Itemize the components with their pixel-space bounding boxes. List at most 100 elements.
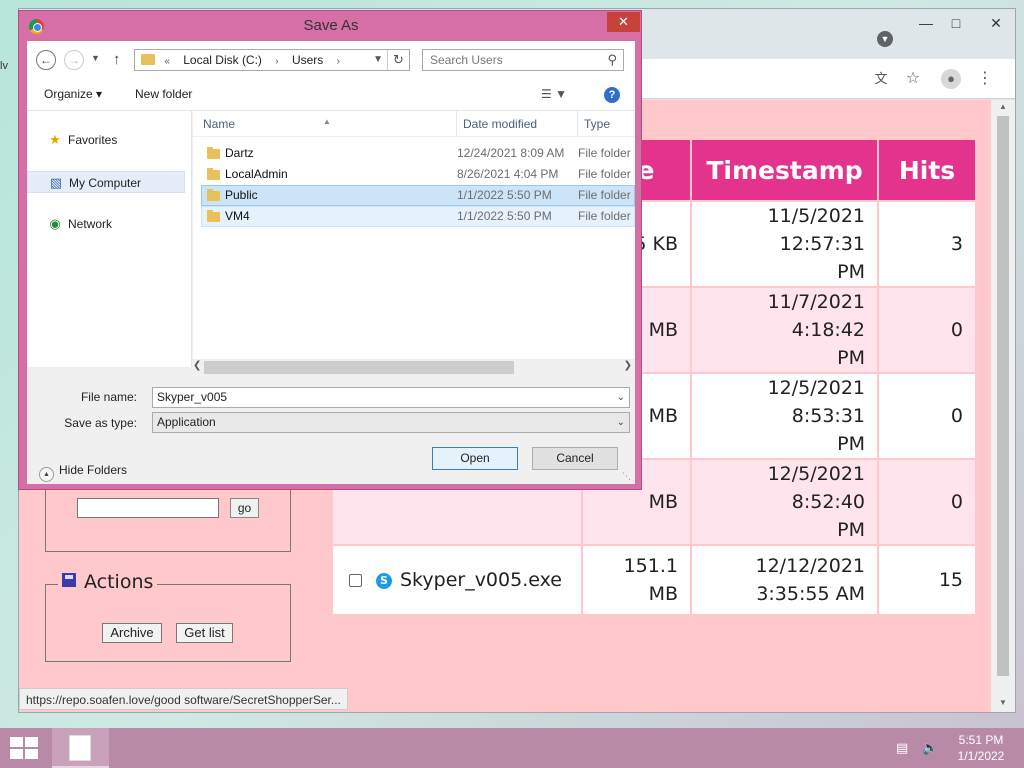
timestamp-line2: PM [837, 347, 865, 369]
breadcrumb-separator-icon[interactable]: › [275, 56, 278, 67]
column-date-modified[interactable]: Date modified [463, 117, 537, 131]
hits-cell: 0 [877, 372, 977, 460]
scroll-right-icon[interactable]: ❯ [624, 360, 632, 371]
scroll-up-icon[interactable]: ▲ [997, 102, 1009, 114]
skype-icon: S [376, 572, 392, 589]
taskbar-app-button[interactable] [52, 728, 109, 768]
folder-type: File folder [578, 146, 631, 160]
profile-icon[interactable]: ● [941, 69, 961, 89]
nav-favorites[interactable]: ★ Favorites [27, 129, 185, 151]
nav-favorites-label: Favorites [68, 133, 118, 147]
folder-name: LocalAdmin [225, 167, 288, 181]
horizontal-scrollbar[interactable]: ❮ ❯ [193, 359, 635, 376]
archive-button[interactable]: Archive [102, 623, 162, 643]
nav-network[interactable]: ◉ Network [27, 213, 185, 235]
new-folder-button[interactable]: New folder [135, 87, 192, 101]
breadcrumb-users[interactable]: Users [292, 53, 323, 67]
header-timestamp[interactable]: Timestamp [690, 138, 879, 202]
clock[interactable]: 5:51 PM 1/1/2022 [946, 732, 1016, 764]
actions-title: Actions [84, 571, 154, 593]
resize-grip-icon[interactable]: ⋱ [622, 471, 631, 482]
go-input[interactable] [77, 498, 219, 518]
chevron-down-icon[interactable]: ⌄ [617, 388, 625, 407]
scroll-left-icon[interactable]: ❮ [193, 360, 201, 371]
open-button[interactable]: Open [432, 447, 518, 470]
folder-name: VM4 [225, 209, 250, 223]
hits-cell: 3 [877, 200, 977, 288]
row-checkbox[interactable] [349, 574, 362, 587]
navigation-bar: ← → ▼ ↑ « Local Disk (C:) › Users › ▼ ↻ … [27, 41, 635, 79]
column-name[interactable]: Name [203, 117, 235, 131]
organize-button[interactable]: Organize ▾ [44, 87, 102, 101]
help-icon[interactable]: ? [604, 87, 620, 103]
forward-arrow-icon[interactable]: → [64, 50, 84, 70]
file-name-field[interactable]: Skyper_v005 ⌄ [152, 387, 630, 408]
tab-search-dropdown-icon[interactable]: ▼ [877, 31, 893, 47]
windows-start-icon[interactable] [10, 737, 38, 759]
search-icon: ⚲ [607, 52, 617, 67]
breadcrumb-overflow[interactable]: « [164, 56, 170, 67]
back-arrow-icon[interactable]: ← [36, 50, 56, 70]
search-placeholder: Search Users [430, 53, 503, 67]
translate-icon[interactable]: 文 [871, 69, 891, 89]
floppy-disk-icon [62, 573, 76, 587]
hide-folders-button[interactable]: ▲ Hide Folders [39, 463, 127, 482]
table-row: S Skyper_v005.exe 151.1 MB 12/12/2021 3:35… [331, 544, 977, 616]
search-input[interactable]: Search Users ⚲ [422, 49, 624, 71]
page-scrollbar[interactable]: ▲ ▼ [991, 100, 1015, 712]
scroll-down-icon[interactable]: ▼ [997, 698, 1009, 710]
timestamp-line1: 11/7/2021 4:18:42 [767, 291, 865, 341]
folder-date: 1/1/2022 5:50 PM [457, 188, 552, 202]
list-item[interactable]: VM4 1/1/2022 5:50 PM File folder [201, 206, 635, 227]
folder-date: 12/24/2021 8:09 AM [457, 146, 565, 160]
timestamp-cell: 12/12/2021 3:35:55 AM [690, 544, 879, 616]
folder-icon [207, 147, 220, 159]
volume-muted-icon[interactable]: 🔈 [922, 740, 938, 756]
timestamp-line1: 12/12/2021 [755, 555, 865, 577]
command-bar: Organize ▾ New folder ☰ ▼ ? [27, 79, 635, 111]
folder-type: File folder [578, 188, 631, 202]
timestamp-line2: PM [837, 519, 865, 541]
list-item[interactable]: LocalAdmin 8/26/2021 4:04 PM File folder [201, 164, 635, 185]
get-list-button[interactable]: Get list [176, 623, 233, 643]
folder-date: 8/26/2021 4:04 PM [457, 167, 559, 181]
hits-cell: 0 [877, 286, 977, 374]
address-bar[interactable]: « Local Disk (C:) › Users › ▼ ↻ [134, 49, 410, 71]
chevron-down-icon[interactable]: ⌄ [617, 413, 625, 432]
scroll-thumb[interactable] [204, 361, 514, 374]
breadcrumb-separator-icon[interactable]: › [337, 56, 340, 67]
recent-locations-chevron-icon[interactable]: ▼ [91, 53, 100, 63]
file-list: ▲ Name Date modified Type Dartz 12/24/202… [193, 111, 635, 367]
list-item[interactable]: Public 1/1/2022 5:50 PM File folder [201, 185, 635, 206]
column-type[interactable]: Type [584, 117, 610, 131]
dialog-close-button[interactable]: ✕ [607, 12, 640, 32]
file-name-link[interactable]: Skyper_v005.exe [400, 569, 562, 591]
computer-icon: ▧ [49, 175, 63, 190]
maximize-button[interactable]: □ [941, 13, 971, 33]
bookmark-star-icon[interactable]: ☆ [903, 69, 923, 89]
go-button[interactable]: go [230, 498, 259, 518]
size-cell: 151.1 MB [581, 544, 692, 616]
scroll-thumb[interactable] [997, 116, 1009, 676]
view-options-icon[interactable]: ☰ ▼ [541, 87, 567, 101]
cancel-button[interactable]: Cancel [532, 447, 618, 470]
timestamp-line1: 11/5/2021 12:57:31 [767, 205, 865, 255]
network-icon: ◉ [49, 216, 61, 231]
name-cell[interactable]: S Skyper_v005.exe [331, 544, 583, 616]
refresh-icon[interactable]: ↻ [387, 50, 409, 70]
folder-type: File folder [578, 209, 631, 223]
close-window-button[interactable]: ✕ [981, 13, 1011, 33]
navigation-pane: ★ Favorites ▧ My Computer ◉ Network [27, 111, 192, 367]
address-dropdown-icon[interactable]: ▼ [373, 50, 383, 70]
save-as-type-select[interactable]: Application ⌄ [152, 412, 630, 433]
breadcrumb-drive[interactable]: Local Disk (C:) [183, 53, 262, 67]
up-arrow-icon[interactable]: ↑ [113, 51, 121, 68]
header-hits[interactable]: Hits [877, 138, 977, 202]
kebab-menu-icon[interactable]: ⋮ [975, 69, 995, 89]
timestamp-line2: PM [837, 261, 865, 283]
network-tray-icon[interactable]: ▤ [896, 740, 908, 756]
nav-my-computer[interactable]: ▧ My Computer [27, 171, 185, 193]
minimize-button[interactable]: — [911, 13, 941, 33]
folder-icon [207, 168, 220, 180]
list-item[interactable]: Dartz 12/24/2021 8:09 AM File folder [201, 143, 635, 164]
